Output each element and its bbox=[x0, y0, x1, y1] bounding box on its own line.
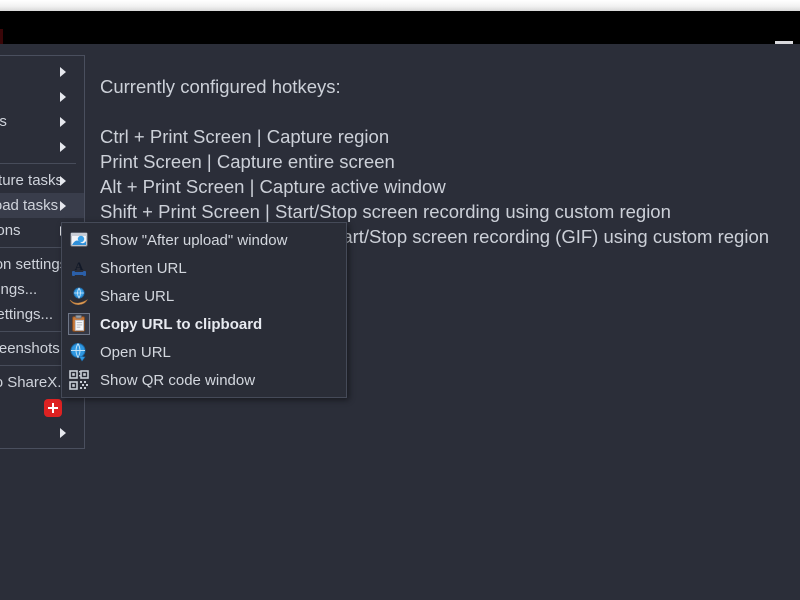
menu-item-label: Hotkey settings... bbox=[0, 306, 54, 323]
app-content-area: Currently configured hotkeys: Ctrl + Pri… bbox=[0, 44, 800, 600]
hotkey-row: Ctrl + Print Screen | Capture region bbox=[100, 126, 390, 147]
qr-code-icon bbox=[68, 369, 90, 391]
hotkey-row: Print Screen | Capture entire screen bbox=[100, 151, 395, 172]
menu-item-label: Destinations bbox=[0, 222, 21, 239]
menu-item-label: Task settings... bbox=[0, 281, 38, 298]
menu-item-about[interactable]: About... bbox=[0, 395, 84, 420]
hotkey-row: Shift + Print Screen | Start/Stop screen… bbox=[100, 201, 671, 222]
menu-separator bbox=[0, 163, 76, 164]
shorten-url-icon: A bbox=[68, 257, 90, 279]
chevron-right-icon bbox=[60, 176, 66, 186]
desktop-top-strip bbox=[0, 0, 800, 11]
submenu-item-label: Share URL bbox=[100, 287, 175, 305]
menu-item-workflows[interactable]: Workflows bbox=[0, 109, 84, 134]
chevron-right-icon bbox=[60, 117, 66, 127]
after-upload-tasks-submenu[interactable]: Show "After upload" window A Shorten URL bbox=[61, 222, 347, 398]
share-url-icon bbox=[68, 285, 90, 307]
menu-item-after-upload-tasks[interactable]: After upload tasks bbox=[0, 193, 84, 218]
submenu-item-open-url[interactable]: Open URL bbox=[62, 338, 346, 366]
chevron-right-icon bbox=[60, 92, 66, 102]
submenu-item-label: Shorten URL bbox=[100, 259, 187, 277]
chevron-right-icon bbox=[60, 428, 66, 438]
window-title-bar[interactable] bbox=[0, 11, 800, 49]
screen-root: Currently configured hotkeys: Ctrl + Pri… bbox=[0, 0, 800, 600]
submenu-item-label: Open URL bbox=[100, 343, 171, 361]
menu-item-capture[interactable]: Capture bbox=[0, 59, 84, 84]
menu-item-label: Donate to ShareX... bbox=[0, 374, 70, 391]
chevron-right-icon bbox=[60, 142, 66, 152]
submenu-item-shorten-url[interactable]: A Shorten URL bbox=[62, 254, 346, 282]
menu-item-after-capture-tasks[interactable]: After capture tasks bbox=[0, 168, 84, 193]
menu-item-tools[interactable]: Tools bbox=[0, 134, 84, 159]
after-upload-window-icon bbox=[68, 229, 90, 251]
plus-icon bbox=[44, 399, 62, 417]
globe-icon bbox=[68, 341, 90, 363]
hotkey-row: Alt + Print Screen | Capture active wind… bbox=[100, 176, 446, 197]
hotkeys-heading: Currently configured hotkeys: bbox=[100, 76, 341, 97]
menu-item-upload[interactable]: Upload bbox=[0, 84, 84, 109]
menu-item-label: After upload tasks bbox=[0, 197, 59, 214]
submenu-item-label: Copy URL to clipboard bbox=[100, 315, 263, 333]
clipboard-icon bbox=[68, 313, 90, 335]
submenu-item-copy-url-to-clipboard[interactable]: Copy URL to clipboard bbox=[62, 310, 346, 338]
menu-item-recent[interactable]: Recent bbox=[0, 420, 84, 445]
submenu-item-show-after-upload-window[interactable]: Show "After upload" window bbox=[62, 226, 346, 254]
submenu-item-show-qr-code-window[interactable]: Show QR code window bbox=[62, 366, 346, 394]
chevron-right-icon bbox=[60, 67, 66, 77]
submenu-item-label: Show QR code window bbox=[100, 371, 256, 389]
menu-item-label: After capture tasks bbox=[0, 172, 64, 189]
svg-text:A: A bbox=[75, 259, 84, 273]
menu-item-label: Workflows bbox=[0, 113, 7, 130]
submenu-item-label: Show "After upload" window bbox=[100, 231, 288, 249]
submenu-item-share-url[interactable]: Share URL bbox=[62, 282, 346, 310]
chevron-right-icon bbox=[60, 201, 66, 211]
